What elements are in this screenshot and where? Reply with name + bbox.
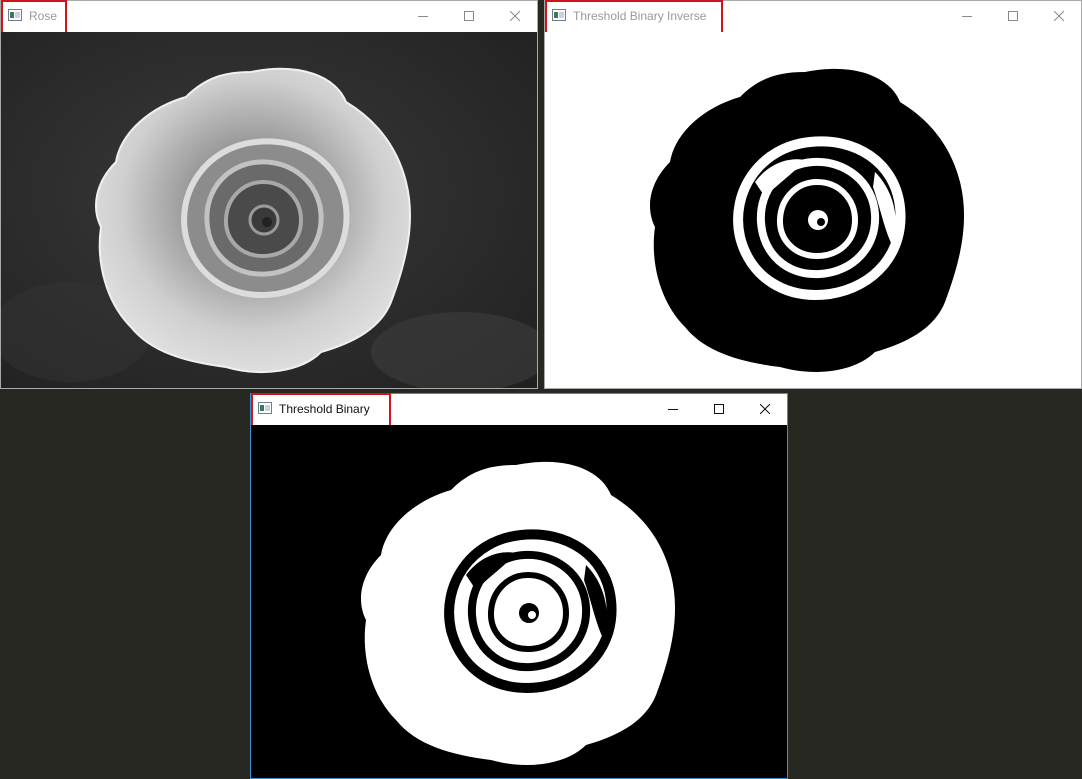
close-icon — [760, 404, 770, 414]
grayscale-rose-photo — [1, 32, 537, 388]
close-button[interactable] — [742, 394, 788, 424]
minimize-button[interactable] — [650, 394, 696, 424]
minimize-button[interactable] — [400, 1, 446, 31]
maximize-button[interactable] — [446, 1, 492, 31]
maximize-icon — [464, 11, 474, 21]
app-window-icon — [258, 402, 272, 414]
threshold-binary-rose — [251, 425, 787, 778]
close-button[interactable] — [492, 1, 538, 31]
window-rose[interactable]: Rose — [0, 0, 538, 389]
minimize-icon — [962, 16, 972, 17]
close-icon — [510, 11, 520, 21]
close-button[interactable] — [1036, 1, 1082, 31]
maximize-icon — [714, 404, 724, 414]
window-title: Threshold Binary Inverse — [573, 9, 707, 23]
minimize-button[interactable] — [944, 1, 990, 31]
window-threshold-binary[interactable]: Threshold Binary — [250, 393, 788, 779]
image-canvas-binary — [251, 425, 787, 778]
image-canvas-inverse — [545, 32, 1081, 388]
minimize-icon — [418, 16, 428, 17]
app-window-icon — [8, 9, 22, 21]
app-window-icon — [552, 9, 566, 21]
minimize-icon — [668, 409, 678, 410]
maximize-icon — [1008, 11, 1018, 21]
titlebar[interactable]: Threshold Binary Inverse — [545, 0, 1082, 34]
window-threshold-binary-inverse[interactable]: Threshold Binary Inverse — [544, 0, 1082, 389]
maximize-button[interactable] — [990, 1, 1036, 31]
titlebar[interactable]: Rose — [1, 0, 538, 34]
titlebar[interactable]: Threshold Binary — [251, 393, 788, 427]
maximize-button[interactable] — [696, 394, 742, 424]
threshold-binary-inverse-rose — [545, 32, 1081, 388]
close-icon — [1054, 11, 1064, 21]
window-title: Rose — [29, 9, 58, 23]
image-canvas-rose — [1, 32, 537, 388]
window-title: Threshold Binary — [279, 402, 370, 416]
